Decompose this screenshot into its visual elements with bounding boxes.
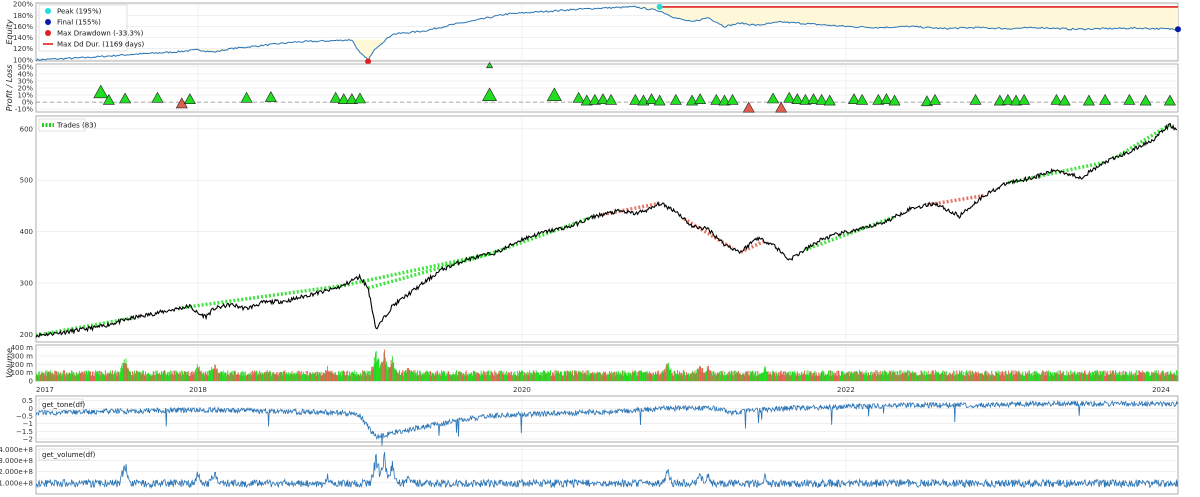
volind-ticks: 4.000e+8 3.000e+8 2.000e+8 1.000e+8: [0, 446, 33, 487]
backtest-chart: 200%180%160%140%120%100% Equity Peak (19…: [0, 1, 1181, 495]
volind-frame: [35, 445, 1179, 495]
y-tick-label: 600: [20, 125, 33, 133]
y-tick-label: 120%: [13, 45, 33, 53]
price-frame: [35, 115, 1179, 343]
tone-frame: [35, 395, 1179, 443]
tone-legend: get_tone(df): [38, 398, 85, 411]
y-tick-label: 160%: [13, 23, 33, 31]
y-tick-label: 180%: [13, 12, 33, 20]
y-tick-label: 300: [20, 279, 33, 287]
y-tick-label: 140%: [13, 34, 33, 42]
legend-label: Final (155%): [57, 19, 101, 27]
y-tick-label: 1.000e+8: [0, 479, 33, 487]
tone-ticks: 0.50−0.5−1−1.5−2: [16, 397, 33, 443]
equity-panel: 200%180%160%140%120%100% Equity Peak (19…: [5, 1, 1181, 65]
y-tick-label: 3.000e+8: [0, 457, 33, 465]
volind-legend: get_volume(df): [38, 448, 96, 461]
y-tick-label: -10%: [15, 106, 33, 114]
x-tick-label: 2024: [1152, 386, 1170, 394]
equity-ticks: 200%180%160%140%120%100%: [13, 1, 33, 65]
legend-swatch: [45, 8, 51, 14]
pnl-panel: 50%40%30%20%10%0%-10% Profit / Loss: [5, 61, 1179, 114]
volume-panel: 400 m300 m200 m100 m0 Volume 2017 2018 202…: [5, 344, 1179, 394]
y-tick-label: 200%: [13, 1, 33, 9]
legend-label: Trades (83): [56, 122, 97, 130]
x-tick-label: 2022: [837, 386, 855, 394]
legend-label: get_tone(df): [42, 401, 85, 409]
y-tick-label: 200: [20, 331, 33, 339]
equity-ylabel: Equity: [5, 19, 14, 45]
legend-swatch: [45, 30, 51, 36]
tone-panel: 0.50−0.5−1−1.5−2 get_tone(df): [16, 395, 1179, 446]
y-tick-label: 0: [29, 378, 33, 386]
x-axis-ticks: 2017 2018 2020 2022 2024: [36, 386, 1170, 394]
legend-label: Peak (195%): [57, 8, 102, 16]
legend-label: get_volume(df): [42, 451, 96, 459]
pnl-ylabel: Profit / Loss: [5, 65, 14, 112]
x-tick-label: 2020: [513, 386, 531, 394]
legend-label: Max Drawdown (-33.3%): [57, 30, 144, 38]
pnl-ticks: 50%40%30%20%10%0%-10%: [15, 63, 33, 113]
price-legend: Trades (83): [38, 118, 97, 132]
y-tick-label: 2.000e+8: [0, 468, 33, 476]
y-tick-label: −2: [23, 435, 33, 443]
volume-ylabel: Volume: [5, 348, 14, 378]
final-marker: [1175, 26, 1181, 33]
y-tick-label: 500: [20, 177, 33, 185]
price-ticks: 600 500 400 300 200: [20, 125, 33, 338]
volind-panel: 4.000e+8 3.000e+8 2.000e+8 1.000e+8 get_vol…: [0, 445, 1179, 495]
x-tick-label: 2018: [189, 386, 207, 394]
legend-label: Max Dd Dur. (1169 days): [57, 41, 145, 49]
x-tick-label: 2017: [36, 386, 54, 394]
legend-swatch: [45, 19, 51, 25]
peak-marker: [656, 3, 663, 10]
price-panel: 600 500 400 300 200 Trades (83): [20, 115, 1179, 343]
y-tick-label: 400: [20, 228, 33, 236]
y-tick-label: 4.000e+8: [0, 446, 33, 454]
